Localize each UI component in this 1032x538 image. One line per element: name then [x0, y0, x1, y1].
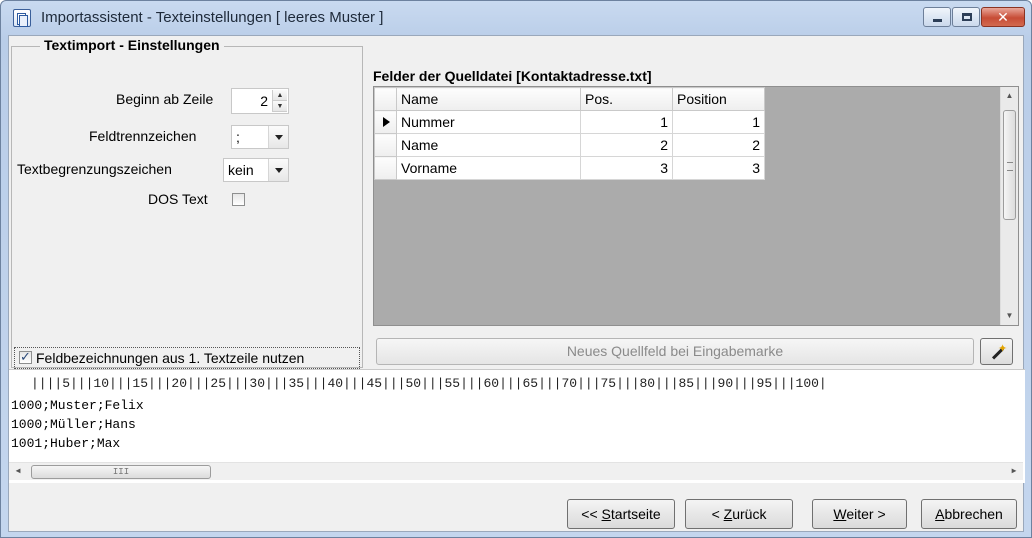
start-row-value: 2 — [260, 93, 268, 109]
spinner-arrows[interactable]: ▲ ▼ — [272, 90, 287, 112]
source-fields-grid[interactable]: Name Pos. Position Nummer 1 1 Name 2 2 V… — [373, 86, 1019, 326]
maximize-button[interactable] — [952, 7, 980, 27]
caption-buttons: ✕ — [923, 7, 1025, 27]
table-row[interactable]: Vorname 3 3 — [374, 156, 765, 180]
cell-pos[interactable]: 1 — [580, 110, 673, 134]
current-row-icon — [383, 117, 390, 127]
magic-wand-button[interactable]: ✦ — [980, 338, 1013, 365]
field-separator-label: Feldtrennzeichen — [89, 128, 197, 144]
dialog-client-area: Textimport - Einstellungen Beginn ab Zei… — [8, 35, 1025, 532]
next-button-rest: eiter > — [846, 506, 886, 522]
preview-line: 1000;Muster;Felix — [11, 398, 144, 413]
start-row-spinner[interactable]: 2 ▲ ▼ — [231, 88, 289, 114]
preview-line: 1000;Müller;Hans — [11, 417, 136, 432]
row-header-current[interactable] — [374, 110, 397, 134]
cell-position[interactable]: 1 — [672, 110, 765, 134]
column-ruler: ||||5|||10|||15|||20|||25|||30|||35|||40… — [31, 376, 827, 391]
preview-line: 1001;Huber;Max — [11, 436, 121, 451]
import-wizard-window: Importassistent - Texteinstellungen [ le… — [0, 0, 1032, 538]
scroll-thumb[interactable]: III — [31, 465, 211, 479]
scroll-left-icon[interactable]: ◀ — [9, 463, 27, 481]
start-button-prefix: << — [581, 506, 602, 522]
settings-group-title: Textimport - Einstellungen — [40, 37, 224, 53]
close-button[interactable]: ✕ — [981, 7, 1025, 27]
text-delimiter-value: kein — [228, 162, 254, 178]
window-title: Importassistent - Texteinstellungen [ le… — [41, 9, 384, 26]
start-button-rest: tartseite — [610, 506, 661, 522]
start-row-label: Beginn ab Zeile — [116, 91, 214, 107]
start-button-accel: S — [601, 506, 611, 522]
minimize-button[interactable] — [923, 7, 951, 27]
back-button-prefix: < — [711, 506, 724, 522]
chevron-down-icon[interactable] — [268, 126, 288, 148]
cell-name[interactable]: Nummer — [396, 110, 581, 134]
grid-vertical-scrollbar[interactable]: ▲ ▼ — [1000, 87, 1018, 325]
table-row[interactable]: Name 2 2 — [374, 133, 765, 157]
cell-position[interactable]: 3 — [672, 156, 765, 180]
new-source-field-button[interactable]: Neues Quellfeld bei Eingabemarke — [376, 338, 974, 365]
scroll-up-icon[interactable]: ▲ — [1001, 87, 1018, 105]
row-header-corner — [374, 87, 397, 111]
next-button[interactable]: Weiter > — [812, 499, 907, 529]
spin-down-icon[interactable]: ▼ — [273, 101, 287, 112]
maximize-icon — [962, 13, 972, 21]
text-preview[interactable]: ||||5|||10|||15|||20|||25|||30|||35|||40… — [9, 369, 1025, 483]
row-header[interactable] — [374, 133, 397, 157]
back-button[interactable]: < Zurück — [685, 499, 793, 529]
spin-up-icon[interactable]: ▲ — [273, 90, 287, 101]
fields-table: Name Pos. Position Nummer 1 1 Name 2 2 V… — [374, 87, 765, 180]
use-headers-label: Feldbezeichnungen aus 1. Textzeile nutze… — [36, 350, 305, 366]
close-icon: ✕ — [997, 9, 1009, 25]
cell-name[interactable]: Vorname — [396, 156, 581, 180]
scroll-right-icon[interactable]: ▶ — [1005, 463, 1023, 481]
preview-horizontal-scrollbar[interactable]: ◀ III ▶ — [9, 462, 1023, 480]
dos-text-label: DOS Text — [148, 191, 208, 207]
start-page-button[interactable]: << Startseite — [567, 499, 675, 529]
field-separator-value: ; — [236, 129, 240, 145]
table-header-row: Name Pos. Position — [374, 87, 765, 111]
cancel-button[interactable]: Abbrechen — [921, 499, 1017, 529]
cell-pos[interactable]: 2 — [580, 133, 673, 157]
back-button-accel: Z — [723, 506, 733, 522]
scroll-down-icon[interactable]: ▼ — [1001, 307, 1018, 325]
title-bar[interactable]: Importassistent - Texteinstellungen [ le… — [1, 1, 1031, 35]
column-header-name[interactable]: Name — [396, 87, 581, 111]
field-separator-combo[interactable]: ; — [231, 125, 289, 149]
use-headers-checkbox[interactable] — [19, 349, 32, 365]
sparkle-icon: ✦ — [998, 343, 1008, 355]
scroll-thumb[interactable] — [1003, 110, 1016, 220]
text-import-settings-group: Textimport - Einstellungen Beginn ab Zei… — [11, 37, 363, 369]
dos-text-checkbox[interactable] — [232, 193, 245, 206]
source-fields-title: Felder der Quelldatei [Kontaktadresse.tx… — [373, 68, 652, 84]
minimize-icon — [933, 19, 942, 22]
table-row[interactable]: Nummer 1 1 — [374, 110, 765, 134]
cell-pos[interactable]: 3 — [580, 156, 673, 180]
cell-position[interactable]: 2 — [672, 133, 765, 157]
text-delimiter-label: Textbegrenzungszeichen — [17, 161, 172, 177]
next-button-accel: W — [833, 506, 847, 522]
cancel-button-rest: bbrechen — [944, 506, 1003, 522]
app-document-icon — [13, 9, 31, 27]
column-header-position[interactable]: Position — [672, 87, 765, 111]
column-header-pos[interactable]: Pos. — [580, 87, 673, 111]
use-headers-option[interactable]: Feldbezeichnungen aus 1. Textzeile nutze… — [14, 347, 360, 369]
row-header[interactable] — [374, 156, 397, 180]
chevron-down-icon[interactable] — [268, 159, 288, 181]
text-delimiter-combo[interactable]: kein — [223, 158, 289, 182]
cell-name[interactable]: Name — [396, 133, 581, 157]
back-button-rest: urück — [732, 506, 767, 522]
